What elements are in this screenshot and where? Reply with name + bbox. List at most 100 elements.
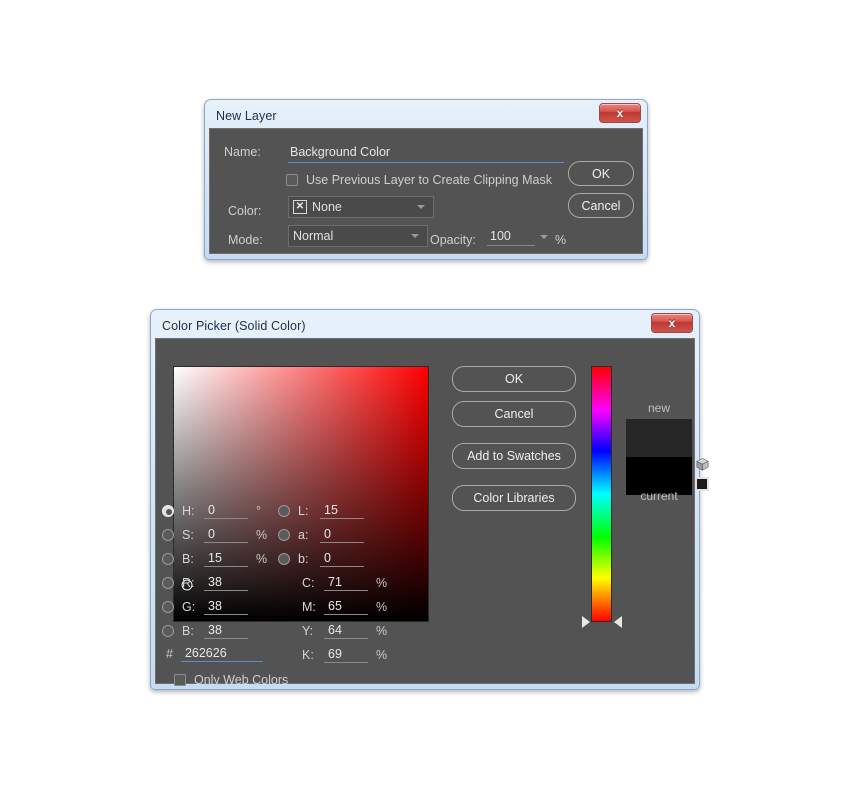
radio-g[interactable]: [162, 601, 174, 613]
chevron-down-icon: [411, 234, 419, 238]
x-none-icon: ✕: [293, 200, 307, 214]
ok-button[interactable]: OK: [568, 161, 634, 186]
input-c[interactable]: 71: [324, 574, 368, 591]
color-select[interactable]: ✕ None: [288, 196, 434, 218]
radio-b[interactable]: [162, 625, 174, 637]
new-layer-title: New Layer: [216, 109, 277, 123]
unit-s: %: [256, 528, 267, 542]
only-web-colors-label: Only Web Colors: [194, 673, 288, 687]
label-c: C:: [302, 576, 320, 590]
cancel-button[interactable]: Cancel: [568, 193, 634, 218]
mode-select[interactable]: Normal: [288, 225, 428, 247]
new-layer-titlebar[interactable]: New Layer x: [209, 104, 643, 128]
label-a: a:: [298, 528, 316, 542]
color-label: Color:: [228, 204, 261, 218]
input-m[interactable]: 65: [324, 598, 368, 615]
input-h[interactable]: 0: [204, 502, 248, 519]
input-s[interactable]: 0: [204, 526, 248, 543]
rgb-row-r[interactable]: R:38: [162, 572, 248, 593]
unit-m: %: [376, 600, 387, 614]
label-g: G:: [182, 600, 200, 614]
lab-row-l[interactable]: L:15: [278, 500, 364, 521]
hue-slider-handle-right[interactable]: [614, 616, 622, 628]
radio-a[interactable]: [278, 529, 290, 541]
hsb-row-s[interactable]: S: 0%: [162, 524, 267, 545]
radio-r[interactable]: [162, 577, 174, 589]
layer-name-input[interactable]: [288, 143, 564, 163]
label-m: M:: [302, 600, 320, 614]
clipping-mask-checkbox-row[interactable]: Use Previous Layer to Create Clipping Ma…: [286, 173, 552, 187]
close-icon[interactable]: x: [599, 103, 641, 123]
color-picker-title: Color Picker (Solid Color): [162, 319, 306, 333]
opacity-unit: %: [555, 233, 566, 247]
color-select-value: None: [312, 200, 342, 214]
input-l[interactable]: 15: [320, 502, 364, 519]
rgb-row-b[interactable]: B: 38: [162, 620, 248, 641]
hex-label: #: [166, 647, 173, 661]
rgb-row-g[interactable]: G: 38: [162, 596, 248, 617]
lab-row-a[interactable]: a: 0: [278, 524, 364, 545]
only-web-colors-checkbox[interactable]: [174, 674, 186, 686]
label-b: b:: [298, 552, 316, 566]
new-color-label: new: [626, 401, 692, 415]
hex-input[interactable]: 262626: [181, 645, 263, 662]
clipping-mask-label: Use Previous Layer to Create Clipping Ma…: [306, 173, 552, 187]
cancel-button[interactable]: Cancel: [452, 401, 576, 427]
label-k: K:: [302, 648, 320, 662]
new-layer-body: Name: Use Previous Layer to Create Clipp…: [209, 128, 643, 254]
input-k[interactable]: 69: [324, 646, 368, 663]
label-b: B:: [182, 552, 200, 566]
input-r[interactable]: 38: [204, 574, 248, 591]
radio-h[interactable]: [162, 505, 174, 517]
lab-row-b[interactable]: b: 0: [278, 548, 364, 569]
input-y[interactable]: 64: [324, 622, 368, 639]
color-libraries-button[interactable]: Color Libraries: [452, 485, 576, 511]
ok-button[interactable]: OK: [452, 366, 576, 392]
name-label: Name:: [224, 145, 261, 159]
current-color-label: current: [626, 489, 692, 503]
unit-k: %: [376, 648, 387, 662]
add-to-swatches-button[interactable]: Add to Swatches: [452, 443, 576, 469]
color-picker-titlebar[interactable]: Color Picker (Solid Color) x: [155, 314, 695, 338]
color-picker-dialog: Color Picker (Solid Color) x Only Web Co…: [150, 309, 700, 690]
unit-b: %: [256, 552, 267, 566]
hsb-row-b[interactable]: B: 15%: [162, 548, 267, 569]
websafe-swatch-icon[interactable]: [695, 477, 709, 491]
chevron-down-icon[interactable]: [540, 235, 548, 239]
chevron-down-icon: [417, 205, 425, 209]
hex-row[interactable]: # 262626: [166, 645, 263, 662]
unit-c: %: [376, 576, 387, 590]
input-b[interactable]: 0: [320, 550, 364, 567]
hue-slider-handle-left[interactable]: [582, 616, 590, 628]
hue-slider[interactable]: [591, 366, 612, 622]
unit-h: °: [256, 504, 261, 518]
label-s: S:: [182, 528, 200, 542]
input-a[interactable]: 0: [320, 526, 364, 543]
cmyk-row-k[interactable]: K: 69%: [302, 644, 387, 665]
radio-b[interactable]: [162, 553, 174, 565]
opacity-label: Opacity:: [430, 233, 476, 247]
label-y: Y:: [302, 624, 320, 638]
mode-label: Mode:: [228, 233, 263, 247]
color-picker-body: Only Web Colors new current OK Cancel Ad…: [155, 338, 695, 684]
unit-y: %: [376, 624, 387, 638]
hsb-row-h[interactable]: H: 0 °: [162, 500, 261, 521]
radio-l[interactable]: [278, 505, 290, 517]
label-h: H:: [182, 504, 200, 518]
cmyk-row-y[interactable]: Y: 64%: [302, 620, 387, 641]
cube-icon[interactable]: [695, 457, 710, 477]
desktop-background: New Layer x Name: Use Previous Layer to …: [0, 0, 850, 792]
only-web-colors-row[interactable]: Only Web Colors: [174, 673, 288, 687]
cmyk-row-m[interactable]: M: 65%: [302, 596, 387, 617]
label-b: B:: [182, 624, 200, 638]
new-color-swatch: [626, 419, 692, 457]
close-icon[interactable]: x: [651, 313, 693, 333]
clipping-mask-checkbox[interactable]: [286, 174, 298, 186]
input-b[interactable]: 15: [204, 550, 248, 567]
opacity-input[interactable]: 100: [487, 226, 535, 246]
input-g[interactable]: 38: [204, 598, 248, 615]
cmyk-row-c[interactable]: C: 71%: [302, 572, 387, 593]
radio-b[interactable]: [278, 553, 290, 565]
radio-s[interactable]: [162, 529, 174, 541]
input-b[interactable]: 38: [204, 622, 248, 639]
